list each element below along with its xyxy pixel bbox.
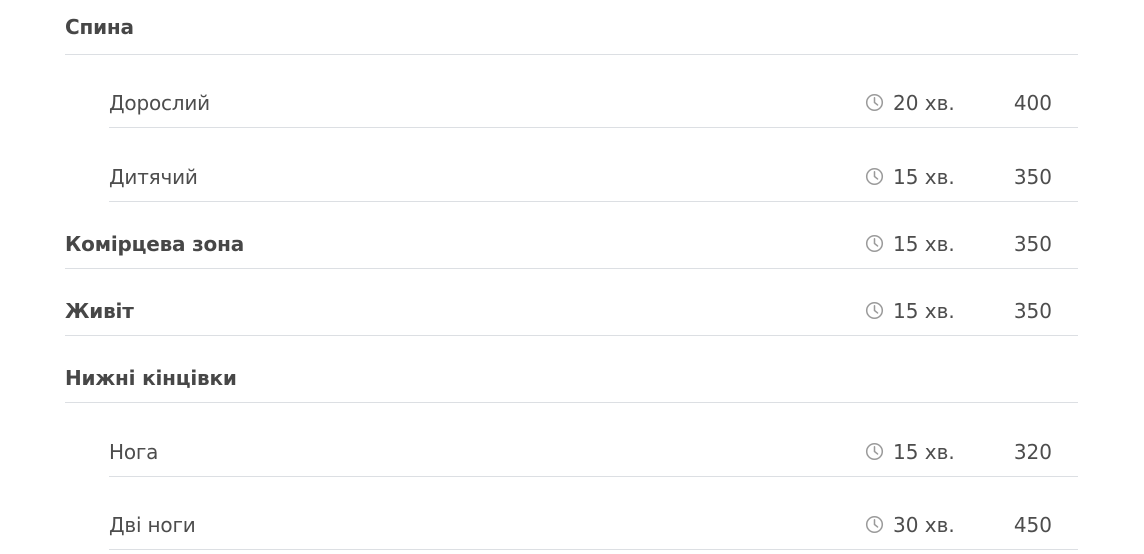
duration-text: 15 хв. — [893, 164, 955, 189]
price: 400 — [1013, 90, 1052, 115]
clock-icon — [865, 301, 884, 320]
duration: 15 хв. — [865, 219, 955, 268]
duration: 15 хв. — [865, 286, 955, 335]
duration: 15 хв. — [865, 152, 955, 201]
service-name: Дорослий — [109, 90, 210, 115]
duration-text: 15 хв. — [893, 298, 955, 323]
price: 320 — [1013, 439, 1052, 464]
price: 350 — [1013, 298, 1052, 323]
clock-icon — [865, 442, 884, 461]
category-title: Нижні кінцівки — [65, 365, 237, 390]
duration: 30 хв. — [865, 500, 955, 549]
duration-text: 15 хв. — [893, 231, 955, 256]
clock-icon — [865, 93, 884, 112]
price: 450 — [1013, 512, 1052, 537]
category-title: Спина — [65, 15, 134, 39]
duration-text: 15 хв. — [893, 439, 955, 464]
price-list: Спина Дорослий 20 хв. 400 Дитячий 15 хв.… — [0, 0, 1144, 554]
service-name: Нога — [109, 439, 159, 464]
service-row[interactable]: Дорослий 20 хв. 400 — [109, 78, 1078, 128]
duration: 20 хв. — [865, 78, 955, 127]
clock-icon — [865, 167, 884, 186]
service-name: Живіт — [65, 298, 134, 323]
duration-text: 30 хв. — [893, 512, 955, 537]
duration: 15 хв. — [865, 427, 955, 476]
service-row[interactable]: Дитячий 15 хв. 350 — [109, 152, 1078, 202]
service-row[interactable]: Комірцева зона 15 хв. 350 — [65, 219, 1078, 269]
category-row: Нижні кінцівки — [65, 353, 1078, 403]
service-row[interactable]: Живіт 15 хв. 350 — [65, 286, 1078, 336]
service-row[interactable]: Дві ноги 30 хв. 450 — [109, 500, 1078, 550]
service-row[interactable]: Нога 15 хв. 320 — [109, 427, 1078, 477]
service-name: Комірцева зона — [65, 231, 244, 256]
price: 350 — [1013, 231, 1052, 256]
service-name: Дитячий — [109, 164, 198, 189]
price: 350 — [1013, 164, 1052, 189]
duration-text: 20 хв. — [893, 90, 955, 115]
clock-icon — [865, 515, 884, 534]
service-name: Дві ноги — [109, 512, 196, 537]
clock-icon — [865, 234, 884, 253]
category-row: Спина — [65, 0, 1078, 55]
